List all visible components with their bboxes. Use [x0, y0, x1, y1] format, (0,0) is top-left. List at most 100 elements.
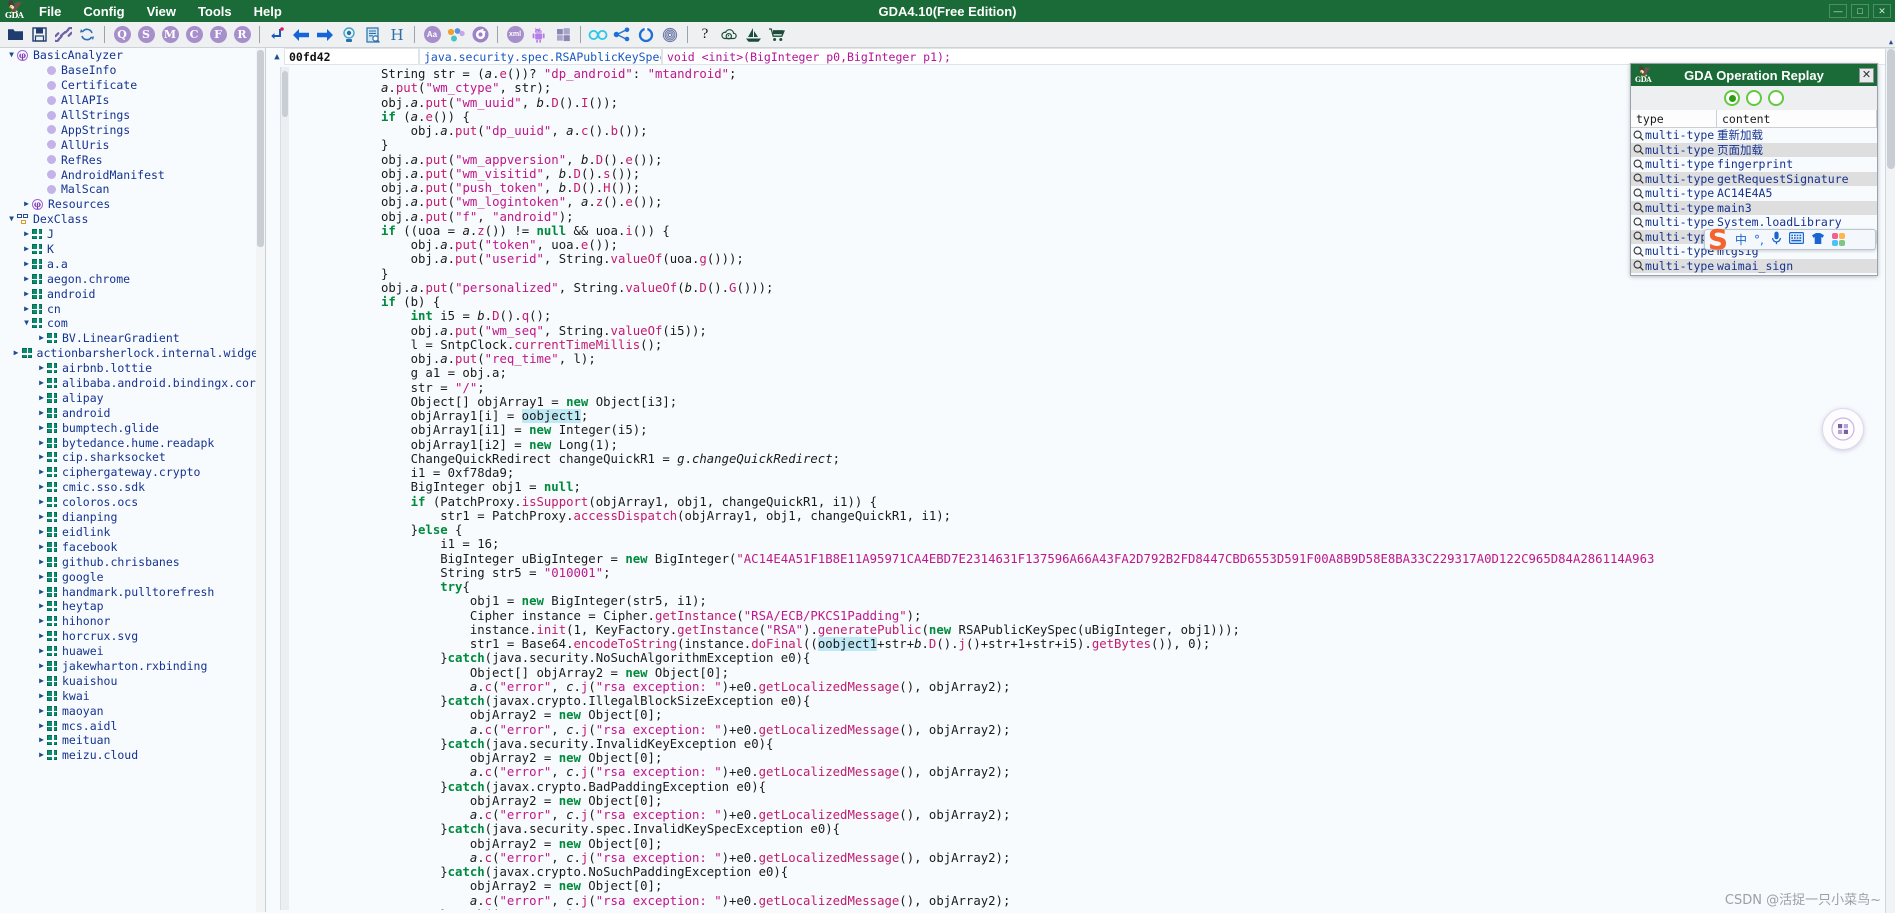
tree-item[interactable]: K	[0, 242, 265, 257]
tree-expander-down-icon[interactable]	[6, 51, 17, 59]
tree-scrollbar[interactable]	[256, 48, 265, 912]
tree-item[interactable]: hihonor	[0, 614, 265, 629]
close-button[interactable]: ✕	[1873, 4, 1891, 18]
replay-row[interactable]: multi-type AC14E4A5	[1631, 186, 1877, 201]
menu-file[interactable]: File	[28, 2, 72, 21]
tree-item[interactable]: airbnb.lottie	[0, 361, 265, 376]
tree-item[interactable]: android	[0, 286, 265, 301]
windows-icon[interactable]	[551, 23, 575, 47]
tree-expander-right-icon[interactable]	[36, 379, 47, 387]
settings-gear-icon[interactable]	[468, 23, 492, 47]
column-header-type[interactable]: type	[1631, 110, 1717, 127]
led-stop[interactable]	[1768, 90, 1784, 106]
tree-expander-right-icon[interactable]	[36, 617, 47, 625]
tree-item[interactable]: kuaishou	[0, 673, 265, 688]
class-name-field[interactable]: java.security.spec.RSAPublicKeySpec	[419, 48, 662, 65]
tree-expander-right-icon[interactable]	[21, 305, 32, 313]
tree-expander-right-icon[interactable]	[36, 498, 47, 506]
enter-jump-icon[interactable]	[265, 23, 289, 47]
menu-config[interactable]: Config	[72, 2, 135, 21]
tree-item[interactable]: kwai	[0, 688, 265, 703]
address-field[interactable]: 00fd42	[284, 48, 419, 65]
xml-viewer-icon[interactable]: xml	[503, 23, 527, 47]
search-circle-icon[interactable]: Q	[110, 23, 134, 47]
search-icon[interactable]	[1631, 144, 1645, 155]
tree-item[interactable]: horcrux.svg	[0, 629, 265, 644]
search-icon[interactable]	[1631, 231, 1645, 242]
tree-item[interactable]: aegon.chrome	[0, 271, 265, 286]
tree-expander-right-icon[interactable]	[36, 424, 47, 432]
tree-item[interactable]: coloros.ocs	[0, 495, 265, 510]
ime-toolbox-icon[interactable]	[1831, 233, 1845, 246]
tree-expander-right-icon[interactable]	[36, 364, 47, 372]
replay-row[interactable]: multi-type getRequestSignature	[1631, 171, 1877, 186]
tree-item[interactable]: a.a	[0, 256, 265, 271]
cart-icon[interactable]	[765, 23, 789, 47]
search-icon[interactable]	[1631, 217, 1645, 228]
replay-row[interactable]: multi-type fingerprint	[1631, 157, 1877, 172]
fingerprint-icon[interactable]	[658, 23, 682, 47]
floating-assistant-badge[interactable]	[1822, 408, 1864, 450]
tree-item[interactable]: AllUris	[0, 137, 265, 152]
tree-expander-right-icon[interactable]	[36, 513, 47, 521]
string-search-icon[interactable]: S	[134, 23, 158, 47]
tree-expander-right-icon[interactable]	[36, 692, 47, 700]
tree-expander-right-icon[interactable]	[21, 260, 32, 268]
tree-item[interactable]: cip.sharksocket	[0, 450, 265, 465]
tree-item[interactable]: actionbarsherlock.internal.widget	[0, 346, 265, 361]
tree-item[interactable]: J	[0, 227, 265, 242]
close-icon[interactable]: ✕	[1859, 67, 1874, 83]
ime-keyboard-icon[interactable]	[1788, 232, 1804, 247]
maximize-button[interactable]: □	[1851, 4, 1869, 18]
scroll-up-icon[interactable]: ▲	[270, 52, 284, 62]
tree-expander-right-icon[interactable]	[36, 394, 47, 402]
tree-expander-right-icon[interactable]	[36, 543, 47, 551]
tree-item[interactable]: eidlink	[0, 525, 265, 540]
window-scrollbar-thumb[interactable]	[1887, 49, 1895, 169]
tree-item[interactable]: Certificate	[0, 78, 265, 93]
led-play[interactable]	[1746, 90, 1762, 106]
tree-item[interactable]: handmark.pulltorefresh	[0, 584, 265, 599]
tree-expander-right-icon[interactable]	[36, 662, 47, 670]
code-gutter-scrollbar[interactable]	[281, 67, 289, 910]
cloud-sync-icon[interactable]	[717, 23, 741, 47]
tree-item[interactable]: φ Resources	[0, 197, 265, 212]
tree-expander-right-icon[interactable]	[36, 632, 47, 640]
resource-search-icon[interactable]: R	[230, 23, 254, 47]
link-icon[interactable]	[51, 23, 75, 47]
tree-expander-right-icon[interactable]	[21, 275, 32, 283]
forward-arrow-icon[interactable]	[313, 23, 337, 47]
tree-item[interactable]: maoyan	[0, 703, 265, 718]
tree-scrollbar-thumb[interactable]	[257, 50, 264, 247]
tree-item[interactable]: facebook	[0, 539, 265, 554]
tree-expander-right-icon[interactable]	[36, 588, 47, 596]
tree-expander-right-icon[interactable]	[36, 602, 47, 610]
tree-expander-right-icon[interactable]	[36, 647, 47, 655]
search-icon[interactable]	[1631, 159, 1645, 170]
tree-item[interactable]: DexClass	[0, 212, 265, 227]
menu-view[interactable]: View	[136, 2, 187, 21]
graph-nodes-icon[interactable]	[444, 23, 468, 47]
report-icon[interactable]	[361, 23, 385, 47]
tree-expander-right-icon[interactable]	[21, 230, 32, 238]
save-icon[interactable]	[27, 23, 51, 47]
ime-punctuation-icon[interactable]: °,	[1754, 233, 1764, 247]
project-tree[interactable]: φ BasicAnalyzerBaseInfoCertificateAllAPIs…	[0, 48, 266, 912]
tree-item[interactable]: android	[0, 405, 265, 420]
locate-icon[interactable]	[337, 23, 361, 47]
tree-item[interactable]: cn	[0, 301, 265, 316]
help-question-icon[interactable]: ?	[693, 23, 717, 47]
tree-item[interactable]: google	[0, 569, 265, 584]
tree-item[interactable]: heytap	[0, 599, 265, 614]
ime-floating-bar[interactable]: S 中 °,	[1704, 225, 1876, 255]
refresh-icon[interactable]	[75, 23, 99, 47]
tree-item[interactable]: jakewharton.rxbinding	[0, 659, 265, 674]
tree-item[interactable]: github.chrisbanes	[0, 554, 265, 569]
tree-expander-right-icon[interactable]	[36, 751, 47, 759]
tree-item[interactable]: AllAPIs	[0, 93, 265, 108]
tree-expander-right-icon[interactable]	[21, 245, 32, 253]
tree-expander-right-icon[interactable]	[36, 334, 47, 342]
tree-item[interactable]: BaseInfo	[0, 63, 265, 78]
tree-expander-right-icon[interactable]	[36, 558, 47, 566]
tree-item[interactable]: meizu.cloud	[0, 748, 265, 763]
